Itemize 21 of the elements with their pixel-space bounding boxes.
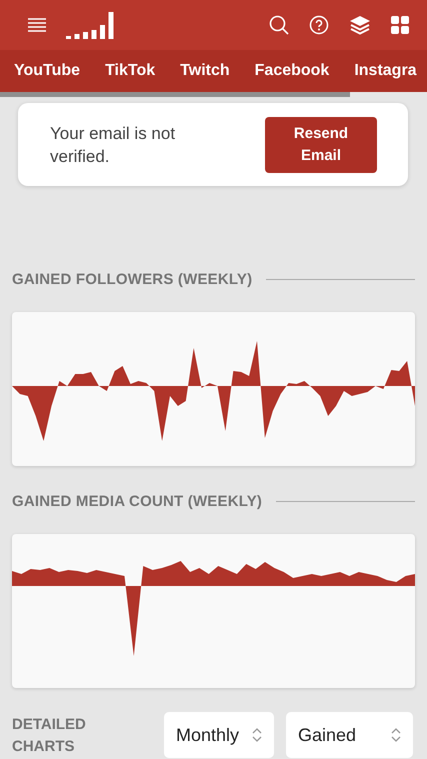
- platform-tab[interactable]: TikTok: [105, 62, 156, 80]
- platform-tab[interactable]: Instagra: [354, 62, 417, 80]
- search-icon[interactable]: [269, 15, 289, 35]
- chevron-up-down-icon: [391, 727, 401, 743]
- section-title: GAINED FOLLOWERS (WEEKLY): [12, 271, 252, 288]
- notice-message: Your email is not verified.: [50, 122, 176, 168]
- section-title: GAINED MEDIA COUNT (WEEKLY): [12, 493, 262, 510]
- menu-icon[interactable]: [28, 18, 46, 32]
- section-title: DETAILED CHARTS: [12, 715, 87, 757]
- bar-chart-logo-icon: [66, 11, 116, 39]
- layers-icon[interactable]: [349, 15, 371, 35]
- help-icon[interactable]: [309, 15, 329, 35]
- chevron-up-down-icon: [252, 727, 262, 743]
- scrollbar-thumb[interactable]: [0, 92, 350, 97]
- platform-tab[interactable]: Twitch: [180, 62, 230, 80]
- platform-tab[interactable]: YouTube: [14, 62, 80, 80]
- period-select[interactable]: Gained: [286, 712, 413, 758]
- resend-email-button[interactable]: Resend Email: [265, 116, 377, 172]
- platform-tab[interactable]: Facebook: [254, 62, 330, 80]
- period-select[interactable]: Monthly: [164, 712, 274, 758]
- grid-icon[interactable]: [391, 16, 409, 34]
